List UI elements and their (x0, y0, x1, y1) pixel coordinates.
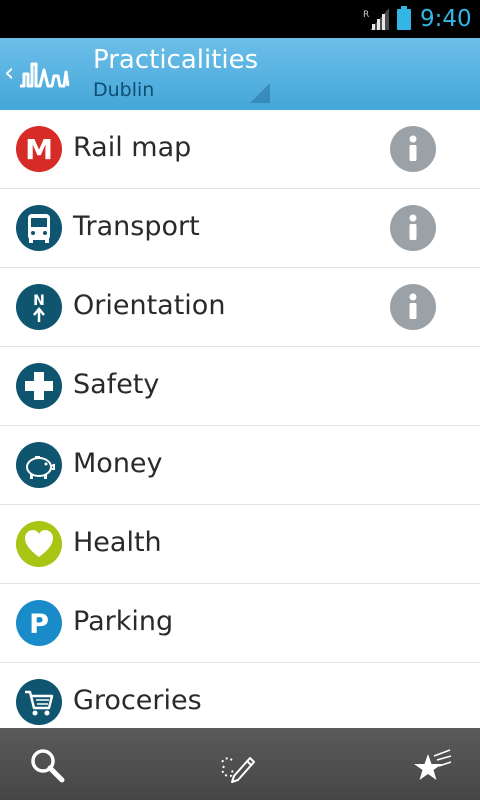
skyline-logo-icon (20, 62, 70, 88)
svg-text:P: P (29, 609, 49, 640)
list-item-label: Parking (73, 606, 174, 637)
parking-p-icon: P (16, 600, 62, 646)
practicalities-list: M Rail map Transport N Orientation Safet… (0, 110, 480, 728)
battery-icon (397, 6, 411, 30)
list-item-label: Safety (73, 369, 160, 400)
metro-m-icon: M (16, 126, 62, 172)
signal-icon: R (363, 8, 389, 30)
info-icon[interactable] (390, 126, 436, 172)
list-item-label: Transport (73, 211, 200, 242)
bottom-toolbar (0, 728, 480, 800)
info-icon[interactable] (390, 205, 436, 251)
svg-text:N: N (33, 293, 45, 309)
list-item-label: Orientation (73, 290, 226, 321)
piggy-bank-icon (16, 442, 62, 488)
heart-icon (16, 521, 62, 567)
svg-text:M: M (25, 133, 53, 166)
list-item-label: Health (73, 527, 162, 558)
title-dropdown[interactable]: Practicalities Dublin (93, 44, 273, 104)
favorites-button[interactable] (320, 728, 480, 800)
back-button[interactable]: ‹ (0, 38, 78, 110)
route-pencil-icon (221, 757, 255, 783)
shopping-cart-icon (16, 679, 62, 725)
list-item-rail-map[interactable]: M Rail map (0, 110, 480, 189)
status-clock: 9:40 (420, 6, 472, 32)
list-item-parking[interactable]: P Parking (0, 584, 480, 663)
cross-icon (16, 363, 62, 409)
list-item-health[interactable]: Health (0, 505, 480, 584)
bus-icon (16, 205, 62, 251)
status-bar: R 9:40 (0, 0, 480, 38)
list-item-money[interactable]: Money (0, 426, 480, 505)
list-item-groceries[interactable]: Groceries (0, 663, 480, 728)
network-indicator: R (363, 10, 369, 20)
page-title: Practicalities (93, 45, 259, 75)
route-button[interactable] (160, 728, 320, 800)
info-icon[interactable] (390, 284, 436, 330)
list-item-transport[interactable]: Transport (0, 189, 480, 268)
list-item-label: Money (73, 448, 163, 479)
dropdown-corner-icon (250, 83, 270, 103)
search-button[interactable] (0, 728, 160, 800)
compass-north-icon: N (16, 284, 62, 330)
chevron-left-icon: ‹ (4, 58, 15, 88)
city-subtitle: Dublin (93, 79, 155, 101)
list-item-orientation[interactable]: N Orientation (0, 268, 480, 347)
list-item-label: Rail map (73, 132, 192, 163)
list-item-safety[interactable]: Safety (0, 347, 480, 426)
search-icon (31, 749, 65, 783)
list-item-label: Groceries (73, 685, 202, 716)
app-header: ‹ Practicalities Dublin (0, 38, 480, 110)
favorites-stars-icon (414, 749, 452, 780)
